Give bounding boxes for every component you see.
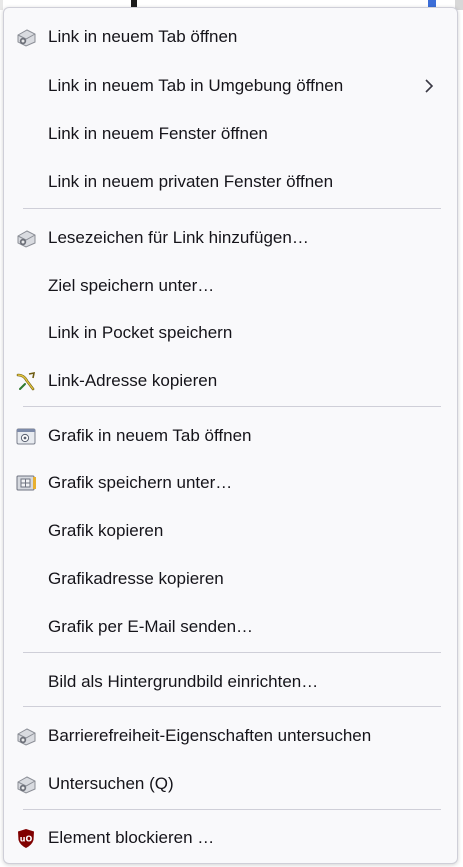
menu-separator (23, 809, 441, 810)
menu-item-label: Grafik in neuem Tab öffnen (48, 426, 252, 445)
menu-separator (23, 208, 441, 209)
image-save-icon (15, 472, 37, 494)
menu-item-label: Ziel speichern unter… (48, 276, 215, 295)
menu-separator (23, 406, 441, 407)
context-menu: Link in neuem Tab öffnen Link in neuem T… (3, 7, 458, 864)
menu-item-open-link-new-window[interactable]: Link in neuem Fenster öffnen (4, 114, 457, 154)
menu-item-label: Lesezeichen für Link hinzufügen… (48, 228, 309, 247)
menu-item-copy-link[interactable]: Link-Adresse kopieren (4, 361, 457, 401)
menu-item-label: Grafikadresse kopieren (48, 569, 224, 588)
menu-item-open-image-new-tab[interactable]: Grafik in neuem Tab öffnen (4, 416, 457, 456)
menu-item-set-desktop-background[interactable]: Bild als Hintergrundbild einrichten… (4, 662, 457, 702)
menu-item-label: Barrierefreiheit-Eigenschaften untersuch… (48, 726, 372, 745)
menu-item-open-link-private-window[interactable]: Link in neuem privaten Fenster öffnen (4, 162, 457, 202)
extension-icon (15, 26, 37, 48)
menu-item-label: Link in neuem Tab in Umgebung öffnen (48, 76, 344, 95)
menu-item-open-link-new-tab[interactable]: Link in neuem Tab öffnen (4, 17, 457, 57)
link-copy-icon (15, 370, 37, 392)
image-icon (15, 425, 37, 447)
menu-item-inspect-accessibility[interactable]: Barrierefreiheit-Eigenschaften untersuch… (4, 716, 457, 756)
menu-item-label: Grafik kopieren (48, 521, 164, 540)
menu-item-copy-image[interactable]: Grafik kopieren (4, 511, 457, 551)
menu-item-label: Link in neuem privaten Fenster öffnen (48, 172, 334, 191)
menu-item-label: Bild als Hintergrundbild einrichten… (48, 672, 319, 691)
chevron-right-icon (421, 78, 437, 94)
menu-item-bookmark-link[interactable]: Lesezeichen für Link hinzufügen… (4, 218, 457, 258)
menu-item-save-link-as[interactable]: Ziel speichern unter… (4, 266, 457, 306)
extension-icon (15, 773, 37, 795)
menu-item-block-element[interactable]: uO Element blockieren … (4, 818, 457, 858)
menu-item-label: Link in neuem Fenster öffnen (48, 124, 268, 143)
menu-item-label: Link-Adresse kopieren (48, 371, 218, 390)
menu-item-inspect[interactable]: Untersuchen (Q) (4, 764, 457, 804)
menu-item-label: Link in neuem Tab öffnen (48, 27, 238, 46)
menu-item-label: Link in Pocket speichern (48, 323, 233, 342)
extension-icon (15, 725, 37, 747)
menu-separator (23, 652, 441, 653)
menu-item-email-image[interactable]: Grafik per E-Mail senden… (4, 607, 457, 647)
menu-item-label: Grafik per E-Mail senden… (48, 617, 254, 636)
menu-item-save-to-pocket[interactable]: Link in Pocket speichern (4, 313, 457, 353)
svg-text:uO: uO (20, 835, 33, 844)
menu-item-label: Element blockieren … (48, 828, 215, 847)
menu-item-open-link-container-tab[interactable]: Link in neuem Tab in Umgebung öffnen (4, 66, 457, 106)
menu-item-copy-image-address[interactable]: Grafikadresse kopieren (4, 559, 457, 599)
extension-icon (15, 227, 37, 249)
menu-item-label: Untersuchen (Q) (48, 774, 174, 793)
menu-item-label: Grafik speichern unter… (48, 473, 233, 492)
ublock-icon: uO (15, 827, 37, 849)
menu-separator (23, 706, 441, 707)
menu-item-save-image-as[interactable]: Grafik speichern unter… (4, 463, 457, 503)
